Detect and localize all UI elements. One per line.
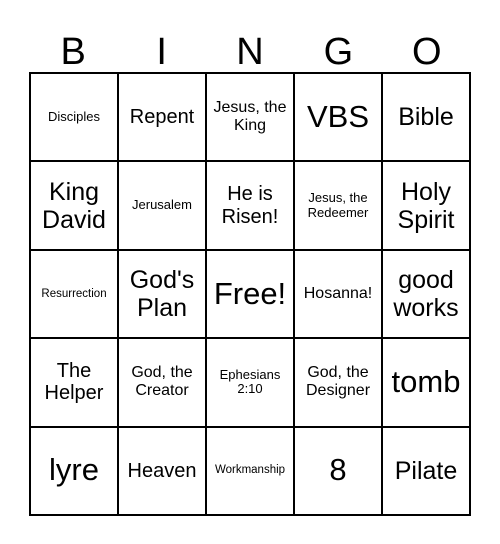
- bingo-cell-r3c5[interactable]: good works: [383, 250, 471, 340]
- bingo-cell-r4c5[interactable]: tomb: [383, 339, 471, 428]
- bingo-cell-r1c4[interactable]: VBS: [295, 74, 383, 163]
- bingo-cell-r1c2[interactable]: Repent: [119, 74, 207, 163]
- bingo-cell-label: 8: [329, 452, 347, 488]
- bingo-cell-label: God, the Creator: [131, 364, 193, 400]
- bingo-cell-label: Hosanna!: [303, 285, 373, 303]
- bingo-cell-r1c3[interactable]: Jesus, the King: [207, 74, 295, 163]
- bingo-cell-r4c4[interactable]: God, the Designer: [295, 339, 383, 428]
- bingo-header-letter-o: O: [412, 31, 442, 73]
- bingo-cell-r3c2[interactable]: God's Plan: [119, 250, 207, 340]
- bingo-cell-r3c3[interactable]: Free!: [207, 250, 295, 340]
- bingo-cell-label: The Helper: [44, 360, 104, 405]
- bingo-cell-label: Free!: [213, 275, 287, 311]
- bingo-cell-r5c1[interactable]: lyre: [31, 427, 119, 516]
- bingo-cell-label: good works: [393, 265, 459, 322]
- bingo-cell-r5c2[interactable]: Heaven: [119, 427, 207, 516]
- bingo-cell-label: Workmanship: [214, 464, 286, 477]
- bingo-card: B I N G O Disciples Repent Jesus, the Ki…: [29, 16, 471, 516]
- bingo-cell-r5c5[interactable]: Pilate: [383, 427, 471, 516]
- bingo-cell-r5c4[interactable]: 8: [295, 427, 383, 516]
- bingo-cell-label: Jerusalem: [132, 197, 192, 213]
- bingo-cell-label: God's Plan: [129, 265, 195, 322]
- bingo-cell-r2c1[interactable]: King David: [31, 162, 119, 251]
- bingo-cell-label: Disciples: [47, 108, 100, 124]
- bingo-cell-label: King David: [42, 177, 106, 234]
- bingo-cell-r1c5[interactable]: Bible: [383, 74, 471, 163]
- bingo-cell-label: Ephesians 2:10: [219, 366, 281, 397]
- bingo-header-letter-i: I: [156, 31, 167, 73]
- bingo-cell-label: VBS: [306, 98, 370, 134]
- bingo-cell-r2c2[interactable]: Jerusalem: [119, 162, 207, 251]
- bingo-cell-r4c2[interactable]: God, the Creator: [119, 339, 207, 428]
- bingo-cell-label: Repent: [129, 106, 195, 128]
- bingo-cell-label: tomb: [391, 364, 461, 400]
- bingo-cell-label: Bible: [398, 103, 454, 132]
- bingo-cell-r4c3[interactable]: Ephesians 2:10: [207, 339, 295, 428]
- bingo-cell-r5c3[interactable]: Workmanship: [207, 427, 295, 516]
- bingo-cell-r4c1[interactable]: The Helper: [31, 339, 119, 428]
- bingo-cell-r1c1[interactable]: Disciples: [31, 74, 119, 163]
- bingo-cell-r2c5[interactable]: Holy Spirit: [383, 162, 471, 251]
- bingo-cell-r3c4[interactable]: Hosanna!: [295, 250, 383, 340]
- bingo-cell-label: He is Risen!: [221, 183, 279, 228]
- bingo-grid: Disciples Repent Jesus, the King VBS Bib…: [29, 72, 471, 516]
- bingo-cell-label: Holy Spirit: [397, 177, 455, 234]
- bingo-cell-label: Heaven: [127, 459, 197, 482]
- bingo-header-letter-g: G: [323, 31, 354, 73]
- bingo-cell-label: Resurrection: [41, 287, 107, 300]
- bingo-cell-label: lyre: [49, 452, 99, 488]
- bingo-cell-label: Jesus, the King: [213, 99, 287, 135]
- bingo-cell-label: Jesus, the Redeemer: [307, 190, 369, 220]
- bingo-cell-r2c4[interactable]: Jesus, the Redeemer: [295, 162, 383, 251]
- bingo-header-letter-b: B: [60, 31, 86, 73]
- bingo-cell-r3c1[interactable]: Resurrection: [31, 250, 119, 340]
- bingo-header-letter-n: N: [236, 31, 264, 73]
- bingo-cell-label: God, the Designer: [305, 364, 371, 400]
- bingo-cell-label: Pilate: [394, 456, 458, 485]
- bingo-cell-r2c3[interactable]: He is Risen!: [207, 162, 295, 251]
- bingo-header-row: B I N G O: [29, 16, 471, 72]
